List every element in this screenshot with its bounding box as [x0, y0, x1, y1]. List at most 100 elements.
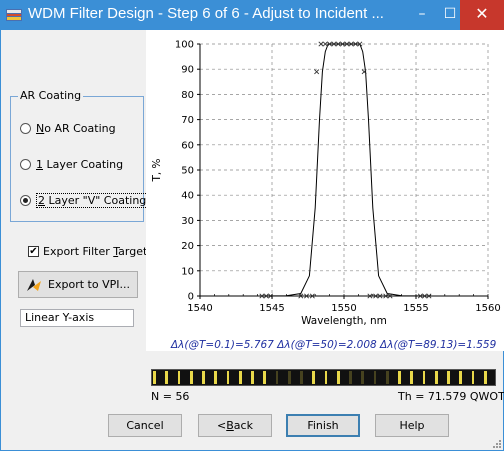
layer-stripe	[269, 371, 273, 384]
y-tick-label: 10	[181, 266, 194, 277]
layer-stripe	[183, 371, 187, 384]
finish-button[interactable]: Finish	[286, 414, 360, 437]
checkbox-box[interactable]: ✔	[28, 246, 39, 257]
chart-panel: 0 10 20 30 40 50 60 70 80 90 100 1540 1545 1550 1555 15…	[146, 30, 504, 351]
y-tick-label: 90	[181, 65, 194, 76]
radio-label: 2 Layer "V" Coating	[36, 192, 149, 208]
layer-stripe	[257, 371, 261, 384]
layer-stripe	[177, 371, 181, 384]
y-axis-mode-field[interactable]: Linear Y-axis	[20, 309, 134, 327]
layer-stripe	[275, 371, 279, 384]
y-tick-label: 100	[175, 40, 194, 51]
layer-stripe	[440, 371, 445, 384]
x-tick-label: 1560	[475, 303, 500, 314]
layer-stripe	[349, 371, 352, 384]
layer-stripe	[251, 371, 254, 384]
y-tick-label: 30	[181, 216, 194, 227]
layer-stripe	[459, 371, 462, 384]
y-tick-label: 20	[181, 241, 194, 252]
layer-stripe	[398, 371, 401, 384]
window-title: WDM Filter Design - Step 6 of 6 - Adjust…	[28, 5, 384, 22]
layer-stripe	[214, 371, 217, 384]
layer-stripe	[489, 371, 494, 384]
radio-1-layer-coating[interactable]: 1 Layer Coating	[20, 155, 123, 173]
radio-circle-checked[interactable]	[20, 194, 31, 206]
layer-stripe	[483, 371, 487, 384]
layer-stripe	[477, 371, 481, 384]
radio-no-ar-coating[interactable]: No AR Coating	[20, 119, 116, 137]
radio-2-layer-v-coating[interactable]: 2 Layer "V" Coating	[20, 191, 149, 209]
bandwidth-annotation: Δλ(@T=0.1)=5.767 Δλ(@T=50)=2.008 Δλ(@T=8…	[171, 339, 497, 351]
y-tick-label: 40	[181, 191, 194, 202]
x-tick-label: 1545	[259, 303, 284, 314]
layer-stripe	[373, 371, 377, 384]
y-tick-label: 80	[181, 90, 194, 101]
layer-stripe	[342, 371, 347, 384]
layer-stripe	[165, 371, 168, 384]
layer-stripe	[330, 371, 334, 384]
layer-stripe	[422, 371, 426, 384]
radio-circle[interactable]	[20, 122, 31, 134]
layer-stripe	[355, 371, 359, 384]
x-tick-label: 1550	[331, 303, 356, 314]
close-button[interactable]: ✕	[460, 0, 504, 30]
title-bar[interactable]: WDM Filter Design - Step 6 of 6 - Adjust…	[0, 0, 504, 30]
layer-stripe	[453, 371, 457, 384]
vpi-logo-icon	[27, 278, 42, 291]
back-button[interactable]: < Back	[198, 414, 272, 437]
layer-stripe	[195, 371, 200, 384]
layer-stripe	[208, 371, 212, 384]
layer-stripe	[189, 371, 193, 384]
layer-stripe	[202, 371, 205, 384]
layer-stripe	[263, 371, 266, 384]
layer-stripe	[220, 371, 224, 384]
minimize-button[interactable]: –	[408, 0, 436, 30]
layer-stripe	[471, 371, 475, 384]
export-filter-target-checkbox[interactable]: ✔ Export Filter Target	[28, 245, 147, 258]
radio-circle[interactable]	[20, 158, 31, 170]
radio-label: No AR Coating	[36, 121, 116, 135]
y-tick-label: 0	[188, 292, 194, 303]
help-button[interactable]: Help	[375, 414, 449, 437]
export-to-vpi-button[interactable]: Export to VPI...	[18, 271, 138, 298]
checkbox-label: Export Filter Target	[43, 245, 148, 258]
x-tick-label: 1540	[187, 303, 212, 314]
layer-stripe	[465, 371, 469, 384]
layer-stripe	[336, 371, 340, 384]
cancel-button[interactable]: Cancel	[108, 414, 182, 437]
layer-stripe	[287, 371, 291, 384]
layer-stripe	[171, 371, 175, 384]
layer-stripe	[361, 371, 364, 384]
layer-stripe	[391, 371, 396, 384]
transmission-chart: 0 10 20 30 40 50 60 70 80 90 100 1540 1545 1550 1555 15…	[151, 40, 501, 328]
layer-stripe	[159, 371, 163, 384]
layer-stripe	[379, 371, 383, 384]
layer-stripe	[428, 371, 432, 384]
resize-grip-icon[interactable]	[491, 438, 501, 448]
layer-stripe	[404, 371, 408, 384]
layer-stripe	[153, 371, 156, 384]
x-tick-label: 1555	[403, 303, 428, 314]
layer-stripe	[238, 371, 242, 384]
y-tick-label: 50	[181, 166, 194, 177]
ar-coating-legend: AR Coating	[18, 89, 84, 102]
x-axis-label: Wavelength, nm	[301, 315, 387, 327]
layer-stripe	[385, 371, 389, 384]
layer-stripe	[318, 371, 322, 384]
y-axis-label: T, %	[151, 158, 163, 182]
layer-stripe	[226, 371, 230, 384]
export-button-label: Export to VPI...	[48, 278, 130, 291]
y-tick-label: 60	[181, 140, 194, 151]
layer-stack-bar	[151, 369, 496, 386]
layer-stripe	[324, 371, 328, 384]
y-tick-label: 70	[181, 115, 194, 126]
layer-count: N = 56	[151, 390, 190, 403]
total-thickness: Th = 71.579 QWOT	[398, 390, 504, 403]
layer-stripe	[416, 371, 420, 384]
target-marker	[314, 69, 320, 75]
layer-stripe	[300, 371, 303, 384]
radio-label: 1 Layer Coating	[36, 157, 124, 171]
layer-stripe	[244, 371, 249, 384]
layer-stripe	[434, 371, 438, 384]
layer-stripe	[306, 371, 310, 384]
